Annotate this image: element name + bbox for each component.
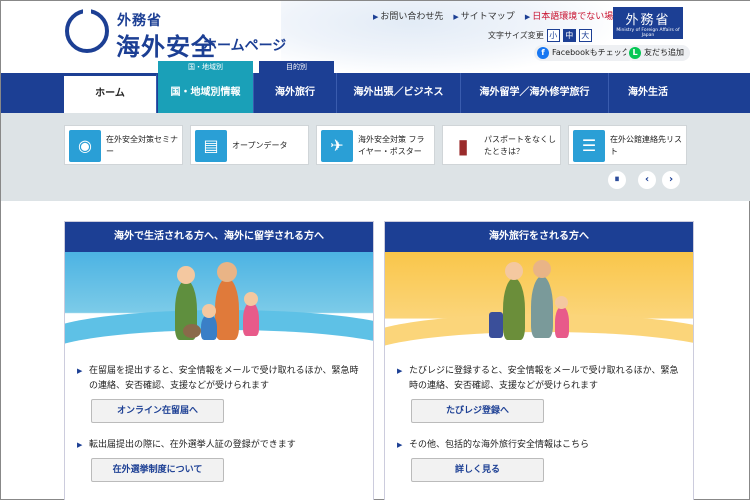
shortcut-contact-list[interactable]: ☰ 在外公館連絡先リスト	[568, 125, 687, 165]
passport-icon: ▮	[447, 130, 479, 162]
shortcut-label: 在外公館連絡先リスト	[610, 135, 682, 156]
nav-business[interactable]: 海外出張／ビジネス	[337, 73, 461, 113]
shortcut-seminar[interactable]: ◉ 在外安全対策セミナー	[64, 125, 183, 165]
font-size-small-button[interactable]: 小	[546, 29, 560, 42]
nav-region-info[interactable]: 国・地域別情報	[158, 73, 254, 113]
nav-travel[interactable]: 海外旅行	[254, 73, 337, 113]
site-title[interactable]: 海外安全	[116, 27, 216, 62]
travel-safety-info-text: その他、包括的な海外旅行安全情報はこちら	[397, 438, 682, 453]
residents-card: 海外で生活される方へ、海外に留学される方へ 在留届を提出すると、安全情報をメール…	[64, 221, 374, 500]
traveler-illustration	[385, 252, 693, 362]
nav-home[interactable]: ホーム	[64, 73, 157, 113]
top-links: お問い合わせ先 サイトマップ 日本語環境でない場合	[373, 9, 622, 22]
slider-pause-button[interactable]: ⏸	[608, 171, 626, 189]
airplane-luggage-icon: ✈	[321, 130, 353, 162]
family-illustration	[65, 252, 373, 362]
residence-notice-text: 在留届を提出すると、安全情報をメールで受け取れるほか、緊急時の連絡、安否確認、支…	[77, 364, 362, 394]
facebook-label: Facebookもチェック	[552, 48, 630, 57]
card-title[interactable]: 海外旅行をされる方へ	[385, 222, 693, 252]
tabireji-register-button[interactable]: たびレジ登録へ	[411, 399, 544, 423]
shortcut-label: 海外安全対策 フライヤー・ポスター	[358, 135, 425, 156]
shortcut-flyer-poster[interactable]: ✈ 海外安全対策 フライヤー・ポスター	[316, 125, 435, 165]
language-link[interactable]: 日本語環境でない場合	[525, 9, 622, 22]
facebook-button[interactable]: f Facebookもチェック	[534, 45, 636, 61]
font-size-large-button[interactable]: 大	[578, 29, 592, 42]
line-icon: L	[629, 47, 641, 59]
mofa-badge-en: Ministry of Foreign Affairs of Japan	[616, 28, 680, 38]
nav-living-abroad[interactable]: 海外生活	[609, 73, 687, 113]
contact-list-icon: ☰	[573, 130, 605, 162]
details-button[interactable]: 詳しく見る	[411, 458, 544, 482]
font-size-switcher: 文字サイズ変更 小 中 大	[488, 29, 592, 42]
font-size-medium-button[interactable]: 中	[562, 29, 576, 42]
nav-category-purpose: 目的別	[259, 61, 334, 73]
shortcut-label: オープンデータ	[232, 141, 288, 150]
line-button[interactable]: L 友だち追加	[626, 45, 690, 61]
nav-category-region: 国・地域別	[158, 61, 253, 73]
mofa-badge-jp: 外務省	[625, 13, 671, 28]
mofa-badge[interactable]: 外務省 Ministry of Foreign Affairs of Japan	[613, 7, 683, 39]
slider-prev-button[interactable]: ‹	[638, 171, 656, 189]
site-subtitle[interactable]: ホームページ	[203, 35, 286, 55]
shortcut-label: 在外安全対策セミナー	[106, 135, 178, 156]
line-label: 友だち追加	[644, 48, 684, 57]
seminar-icon: ◉	[69, 130, 101, 162]
shortcut-passport[interactable]: ▮ パスポートをなくしたときは？	[442, 125, 561, 165]
nav-study-abroad[interactable]: 海外留学／海外修学旅行	[461, 73, 609, 113]
card-title[interactable]: 海外で生活される方へ、海外に留学される方へ	[65, 222, 373, 252]
contact-link[interactable]: お問い合わせ先	[373, 9, 443, 22]
overseas-voting-text: 転出届提出の際に、在外選挙人証の登録ができます	[77, 438, 362, 453]
travelers-card: 海外旅行をされる方へ たびレジに登録すると、安全情報をメールで受け取れるほか、緊…	[384, 221, 694, 500]
facebook-icon: f	[537, 47, 549, 59]
tabireji-notice-text: たびレジに登録すると、安全情報をメールで受け取れるほか、緊急時の連絡、安否確認、…	[397, 364, 682, 394]
shortcut-open-data[interactable]: ▤ オープンデータ	[190, 125, 309, 165]
font-size-label: 文字サイズ変更	[488, 31, 544, 40]
document-icon: ▤	[195, 130, 227, 162]
overseas-voting-button[interactable]: 在外選挙制度について	[91, 458, 224, 482]
sitemap-link[interactable]: サイトマップ	[453, 9, 515, 22]
shortcut-label: パスポートをなくしたときは？	[484, 135, 556, 156]
mofa-logo-icon[interactable]	[65, 7, 109, 53]
online-residence-button[interactable]: オンライン在留届へ	[91, 399, 224, 423]
slider-next-button[interactable]: ›	[662, 171, 680, 189]
